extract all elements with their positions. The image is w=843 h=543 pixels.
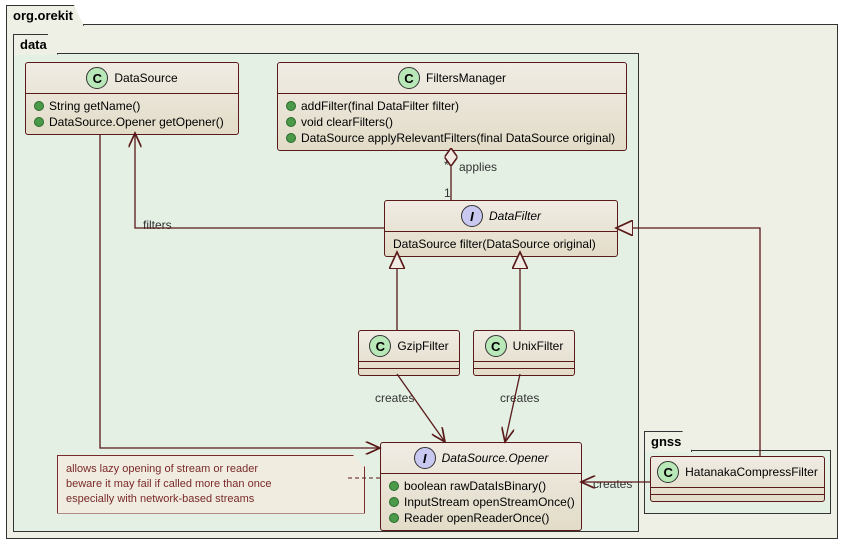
method: Reader openReaderOnce() <box>389 510 573 526</box>
method: void clearFilters() <box>286 114 618 130</box>
class-unixfilter: C UnixFilter <box>473 330 575 376</box>
method: InputStream openStreamOnce() <box>389 494 573 510</box>
class-icon: C <box>86 67 108 89</box>
class-icon: C <box>485 335 507 357</box>
label-creates: creates <box>500 391 539 405</box>
visibility-public-icon <box>389 481 399 491</box>
class-name: FiltersManager <box>426 71 506 85</box>
method: DataSource applyRelevantFilters(final Da… <box>286 130 618 146</box>
label-creates: creates <box>593 477 632 491</box>
class-name: DataFilter <box>489 209 541 223</box>
note: allows lazy opening of stream or reader … <box>57 455 365 514</box>
interface-datafilter: I DataFilter DataSource filter(DataSourc… <box>384 200 618 257</box>
visibility-public-icon <box>389 513 399 523</box>
label-applies: applies <box>459 160 497 174</box>
class-gzipfilter: C GzipFilter <box>358 330 460 376</box>
visibility-public-icon <box>34 117 44 127</box>
class-name: DataSource <box>114 71 177 85</box>
label-creates: creates <box>375 391 414 405</box>
visibility-public-icon <box>389 497 399 507</box>
method: String getName() <box>34 98 230 114</box>
label-filters: filters <box>143 218 172 232</box>
label-one: 1 <box>444 186 451 200</box>
visibility-public-icon <box>286 101 296 111</box>
visibility-public-icon <box>34 101 44 111</box>
interface-icon: I <box>461 205 483 227</box>
class-icon: C <box>657 461 679 483</box>
interface-icon: I <box>414 447 436 469</box>
method: DataSource filter(DataSource original) <box>393 236 609 252</box>
interface-opener: I DataSource.Opener boolean rawDataIsBin… <box>380 442 582 531</box>
class-name: HatanakaCompressFilter <box>685 465 818 479</box>
class-icon: C <box>369 335 391 357</box>
method: boolean rawDataIsBinary() <box>389 478 573 494</box>
class-name: UnixFilter <box>513 339 564 353</box>
class-name: GzipFilter <box>397 339 448 353</box>
class-hatanaka: C HatanakaCompressFilter <box>650 456 825 502</box>
class-datasource: C DataSource String getName() DataSource… <box>25 62 239 135</box>
method: DataSource.Opener getOpener() <box>34 114 230 130</box>
class-icon: C <box>398 67 420 89</box>
class-name: DataSource.Opener <box>442 451 549 465</box>
package-tab-orekit: org.orekit <box>6 5 84 26</box>
label-star: * <box>444 158 449 172</box>
method: addFilter(final DataFilter filter) <box>286 98 618 114</box>
class-filtersmanager: C FiltersManager addFilter(final DataFil… <box>277 62 627 151</box>
visibility-public-icon <box>286 133 296 143</box>
visibility-public-icon <box>286 117 296 127</box>
